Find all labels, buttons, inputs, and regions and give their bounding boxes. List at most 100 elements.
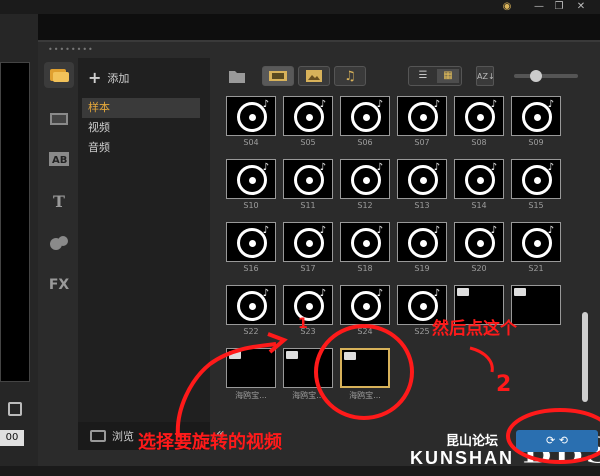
minimize-icon[interactable]: — <box>532 1 546 13</box>
tile-thumbnail[interactable]: ♪ <box>226 285 276 325</box>
video-clip-icon <box>344 352 356 360</box>
folder-item-video[interactable]: 视频 <box>82 118 200 138</box>
media-tile[interactable]: ♪ S06 <box>340 96 390 147</box>
tile-thumbnail[interactable]: ♪ <box>511 222 561 262</box>
media-tile[interactable]: ♪ S16 <box>226 222 276 273</box>
fx-icon: FX <box>48 277 70 293</box>
tile-thumbnail[interactable]: ♪ <box>454 222 504 262</box>
media-tile[interactable]: ♪ S23 <box>283 285 333 336</box>
timecode-field[interactable]: 00 <box>0 430 24 446</box>
media-tile[interactable]: ♪ S24 <box>340 285 390 336</box>
slider-thumb[interactable] <box>530 70 542 82</box>
tile-thumbnail[interactable] <box>340 348 390 388</box>
music-note-icon: ♪ <box>490 162 497 173</box>
preview-window <box>0 62 30 382</box>
tile-thumbnail[interactable]: ♪ <box>283 222 333 262</box>
snapshot-icon[interactable] <box>8 402 22 416</box>
tile-label: S21 <box>528 264 544 273</box>
tile-thumbnail[interactable]: ♪ <box>397 96 447 136</box>
tile-thumbnail[interactable]: ♪ <box>283 96 333 136</box>
tile-thumbnail[interactable] <box>283 348 333 388</box>
media-tile[interactable]: ♪ S05 <box>283 96 333 147</box>
panel-grip[interactable]: •••••••• <box>48 45 94 54</box>
show-photo-button[interactable] <box>298 66 330 86</box>
transition-tool[interactable]: AB <box>44 146 74 172</box>
title-tool[interactable]: T <box>44 188 74 214</box>
tile-thumbnail[interactable]: ♪ <box>283 285 333 325</box>
media-tile[interactable]: 海鸥宝... <box>340 348 390 401</box>
tile-thumbnail[interactable]: ♪ <box>283 159 333 199</box>
tile-label: 海鸥宝... <box>235 391 267 400</box>
thumbnail-grid: ♪ S04 ♪ S05 ♪ S06 ♪ S07 ♪ S08 ♪ S09 ♪ S10 ♪ S11 ♪ S12 ♪ S13… <box>226 96 586 426</box>
media-tile[interactable]: ♪ S22 <box>226 285 276 336</box>
media-tile[interactable]: ♪ S07 <box>397 96 447 147</box>
media-tile[interactable]: ♪ S18 <box>340 222 390 273</box>
vertical-scrollbar[interactable] <box>582 122 590 422</box>
folder-item-audio[interactable]: 音频 <box>82 138 200 158</box>
media-tile[interactable]: ♪ S11 <box>283 159 333 210</box>
media-tile[interactable]: ♪ S08 <box>454 96 504 147</box>
tile-thumbnail[interactable]: ♪ <box>226 222 276 262</box>
tile-label: S08 <box>471 138 487 147</box>
media-tile[interactable] <box>511 285 561 327</box>
media-tile[interactable]: ♪ S04 <box>226 96 276 147</box>
rotate-button[interactable]: ⟳ ⟲ <box>516 430 598 452</box>
media-tile[interactable]: ♪ S10 <box>226 159 276 210</box>
preview-panel: 00 <box>0 14 38 466</box>
tile-thumbnail[interactable]: ♪ <box>340 159 390 199</box>
media-tile[interactable]: 海鸥宝... <box>226 348 276 401</box>
show-audio-button[interactable]: ♫ <box>334 66 366 86</box>
tile-thumbnail[interactable]: ♪ <box>511 96 561 136</box>
tile-thumbnail[interactable]: ♪ <box>454 96 504 136</box>
music-note-icon: ♪ <box>376 225 383 236</box>
media-tile[interactable]: ♪ S17 <box>283 222 333 273</box>
puzzle-icon <box>50 236 68 250</box>
restore-icon[interactable]: ❐ <box>552 1 566 13</box>
add-folder-button[interactable]: + 添加 <box>88 68 129 87</box>
folder-item-samples[interactable]: 样本 <box>82 98 200 118</box>
tile-thumbnail[interactable]: ♪ <box>454 159 504 199</box>
tile-thumbnail[interactable]: ♪ <box>397 222 447 262</box>
media-tile[interactable]: ♪ S09 <box>511 96 561 147</box>
tile-thumbnail[interactable]: ♪ <box>511 159 561 199</box>
list-view-icon[interactable]: ☰ <box>412 69 434 83</box>
show-video-button[interactable] <box>262 66 294 86</box>
music-note-icon: ♪ <box>490 225 497 236</box>
tile-thumbnail[interactable]: ♪ <box>397 159 447 199</box>
music-note-icon: ♪ <box>547 99 554 110</box>
tile-thumbnail[interactable]: ♪ <box>340 96 390 136</box>
media-tool[interactable] <box>44 62 74 88</box>
media-tile[interactable]: ♪ S20 <box>454 222 504 273</box>
video-clip-icon <box>514 288 526 296</box>
tile-thumbnail[interactable]: ♪ <box>340 285 390 325</box>
tile-thumbnail[interactable] <box>226 348 276 388</box>
thumbnail-view-icon[interactable]: ▦ <box>437 69 459 83</box>
scrollbar-thumb[interactable] <box>582 312 588 402</box>
media-tile[interactable]: ♪ S19 <box>397 222 447 273</box>
tile-thumbnail[interactable]: ♪ <box>340 222 390 262</box>
close-icon[interactable]: ✕ <box>574 1 588 13</box>
media-tile[interactable]: ♪ S12 <box>340 159 390 210</box>
media-icon <box>50 69 69 82</box>
tile-thumbnail[interactable]: ♪ <box>226 96 276 136</box>
media-tile[interactable]: ♪ S13 <box>397 159 447 210</box>
music-note-icon: ♪ <box>262 225 269 236</box>
media-tile[interactable]: ♪ S21 <box>511 222 561 273</box>
instant-project-tool[interactable] <box>44 106 74 132</box>
music-note-icon: ♪ <box>319 288 326 299</box>
tile-label: S20 <box>471 264 487 273</box>
tile-thumbnail[interactable]: ♪ <box>226 159 276 199</box>
filter-tool[interactable]: FX <box>44 272 74 298</box>
tile-thumbnail[interactable] <box>511 285 561 325</box>
sort-icon[interactable]: AZ↓ <box>476 66 495 86</box>
annotation-then-click: 然后点这个 <box>432 319 517 339</box>
thumbnail-size-slider[interactable] <box>514 70 578 82</box>
media-tile[interactable]: ♪ S15 <box>511 159 561 210</box>
graphic-tool[interactable] <box>44 230 74 256</box>
tile-label: S24 <box>357 327 373 336</box>
media-tile[interactable]: 海鸥宝... <box>283 348 333 401</box>
open-folder-icon[interactable] <box>228 68 246 84</box>
media-tile[interactable]: ♪ S14 <box>454 159 504 210</box>
video-clip-icon <box>286 351 298 359</box>
film-icon <box>50 113 68 125</box>
